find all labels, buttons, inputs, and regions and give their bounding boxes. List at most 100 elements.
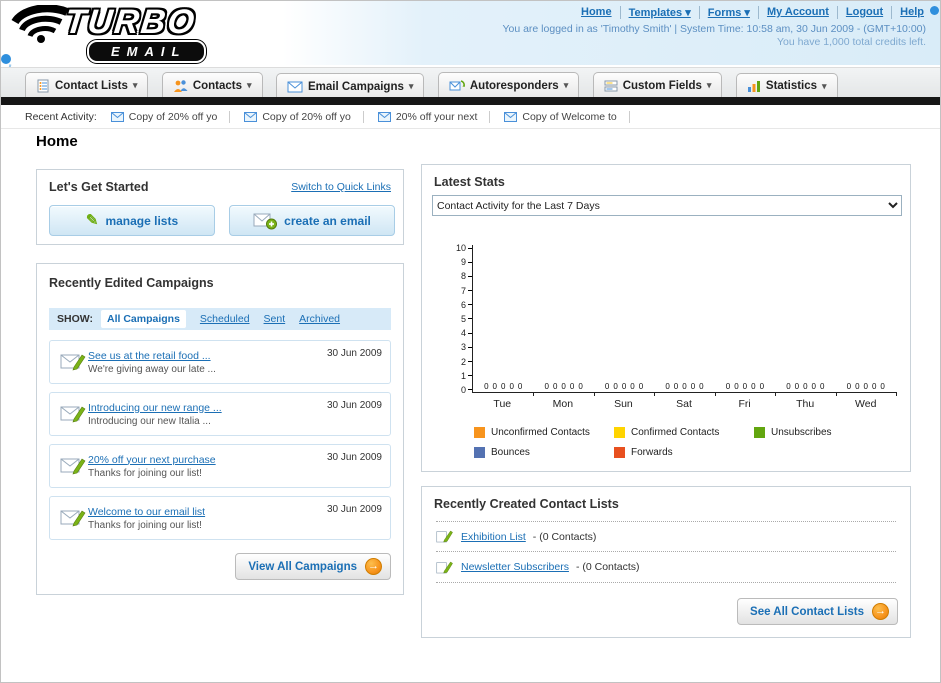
filter-sent[interactable]: Sent — [264, 313, 286, 325]
latest-stats-panel: Latest Stats Contact Activity for the La… — [421, 164, 911, 472]
envelope-icon — [110, 111, 124, 122]
bar-value: 0 — [846, 382, 852, 391]
recent-activity-item[interactable]: Copy of 20% off yo — [110, 110, 231, 123]
recent-activity-item[interactable]: 20% off your next — [377, 110, 491, 123]
envelope-pencil-icon — [60, 406, 86, 423]
tab-label: Statistics — [765, 80, 818, 92]
bar-value: 0 — [725, 382, 731, 391]
contact-lists-panel: Recently Created Contact Lists Exhibitio… — [421, 486, 911, 638]
envelope-icon — [504, 111, 518, 122]
filter-archived[interactable]: Archived — [299, 313, 340, 325]
contact-list-link[interactable]: Newsletter Subscribers — [461, 561, 569, 573]
contact-list-link[interactable]: Exhibition List — [461, 531, 526, 543]
create-email-button[interactable]: create an email — [229, 205, 395, 236]
campaign-subtitle: Thanks for joining our list! — [88, 467, 202, 479]
y-tick: 10 — [456, 244, 472, 253]
campaign-filter-row: SHOW: All Campaigns Scheduled Sent Archi… — [49, 308, 391, 330]
pencil-icon: ✎ — [85, 212, 99, 229]
see-all-contact-lists-button[interactable]: See All Contact Lists → — [737, 598, 898, 625]
y-tick: 1 — [461, 371, 472, 380]
top-link-help[interactable]: Help — [892, 6, 926, 19]
chart-legend: Unconfirmed Contacts Confirmed Contacts Un… — [474, 427, 894, 467]
header: TURBO EMAIL Home Templates ▾ Forms ▾ My … — [1, 1, 940, 106]
bar-value: 0 — [544, 382, 549, 391]
tab-autoresponders[interactable]: Autoresponders ▾ — [437, 72, 580, 98]
bar-value: 0 — [613, 382, 618, 391]
recent-activity-text: Copy of 20% off yo — [128, 110, 218, 123]
top-link-logout[interactable]: Logout — [838, 6, 893, 19]
decorative-dot — [930, 6, 939, 15]
campaigns-title: Recently Edited Campaigns — [49, 276, 214, 290]
x-axis-label: Sat — [676, 398, 692, 410]
bar-value: 0 — [734, 382, 739, 391]
y-tick: 8 — [461, 272, 472, 281]
top-link-home[interactable]: Home — [573, 6, 621, 19]
bar-value: 0 — [552, 382, 558, 391]
login-status-text: You are logged in as 'Timothy Smith' | S… — [502, 23, 926, 35]
tab-email-campaigns[interactable]: Email Campaigns ▾ — [276, 73, 425, 99]
chart-day-group: 00000 — [473, 245, 535, 396]
get-started-buttons: ✎ manage lists create an email — [49, 205, 395, 236]
bar-value: 0 — [855, 382, 860, 391]
bar-chart: 10 9 8 7 6 5 4 3 2 1 0 000000000000000000000000000… — [440, 244, 898, 410]
contact-list-items: Exhibition List - (0 Contacts) Newslette… — [436, 521, 896, 583]
legend-swatch — [474, 447, 485, 458]
campaign-title-link[interactable]: Welcome to our email list — [88, 506, 327, 518]
campaign-title-link[interactable]: See us at the retail food ... — [88, 350, 327, 362]
autoresponders-icon — [449, 79, 465, 90]
top-link-forms[interactable]: Forms ▾ — [700, 6, 759, 19]
campaign-row: Introducing our new range ... Introducin… — [49, 392, 391, 436]
contact-list-row: Newsletter Subscribers - (0 Contacts) — [436, 552, 896, 583]
recent-activity-text: Copy of Welcome to — [522, 110, 617, 123]
legend-item: Confirmed Contacts — [613, 427, 754, 438]
create-email-label: create an email — [284, 213, 371, 228]
bar-value: 0 — [665, 382, 670, 391]
main-nav-bar: Contact Lists ▾ Contacts ▾ Email Campaig… — [1, 67, 940, 99]
switch-quick-links-link[interactable]: Switch to Quick Links — [291, 181, 391, 193]
stats-period-select[interactable]: Contact Activity for the Last 7 Days — [432, 195, 902, 216]
recent-activity-item[interactable]: Copy of Welcome to — [504, 110, 630, 123]
bar-value: 0 — [630, 382, 635, 391]
filter-all-campaigns[interactable]: All Campaigns — [100, 310, 186, 328]
campaign-date: 30 Jun 2009 — [326, 400, 382, 411]
decorative-dot — [1, 54, 11, 64]
x-axis-label: Wed — [855, 398, 877, 410]
tab-statistics[interactable]: Statistics ▾ — [735, 72, 838, 99]
email-campaigns-icon — [287, 81, 303, 92]
latest-stats-title: Latest Stats — [434, 175, 505, 189]
bar-value: 0 — [811, 382, 816, 391]
tab-contacts[interactable]: Contacts ▾ — [161, 72, 263, 98]
top-link-templates[interactable]: Templates ▾ — [621, 6, 700, 19]
envelope-pencil-icon — [60, 354, 86, 371]
campaign-date: 30 Jun 2009 — [326, 348, 382, 359]
logo-swoosh-icon — [11, 5, 69, 43]
top-link-my-account[interactable]: My Account — [759, 6, 838, 19]
bar-value: 0 — [803, 382, 808, 391]
tab-label: Custom Fields — [622, 79, 702, 92]
legend-label: Bounces — [491, 447, 530, 458]
tab-label: Autoresponders — [469, 79, 559, 92]
bar-value: 0 — [751, 382, 756, 391]
tab-contact-lists[interactable]: Contact Lists ▾ — [25, 72, 149, 98]
chevron-down-icon: ▾ — [247, 80, 252, 90]
contact-lists-icon — [37, 79, 49, 92]
filter-scheduled[interactable]: Scheduled — [200, 313, 250, 325]
bar-value: 0 — [621, 382, 627, 391]
recent-activity-item[interactable]: Copy of 20% off yo — [244, 110, 364, 123]
chart-day-group: 00000 — [594, 245, 656, 396]
manage-lists-button[interactable]: ✎ manage lists — [49, 205, 215, 236]
campaign-title-link[interactable]: 20% off your next purchase — [88, 454, 327, 466]
chevron-down-icon: ▾ — [822, 80, 827, 91]
chart-day-group: 00000 — [533, 245, 596, 396]
bar-value: 0 — [578, 382, 583, 391]
view-all-campaigns-button[interactable]: View All Campaigns → — [235, 553, 391, 580]
contact-list-count: - (0 Contacts) — [575, 561, 640, 573]
campaign-title-link[interactable]: Introducing our new range ... — [88, 402, 327, 414]
bar-value: 0 — [638, 382, 644, 391]
contacts-icon — [173, 79, 188, 92]
logo-text-turbo: TURBO — [63, 3, 198, 41]
chart-plot-row: 10 9 8 7 6 5 4 3 2 1 0 000000000000000000000000000… — [440, 244, 898, 396]
campaign-list: See us at the retail food ... We're givi… — [49, 340, 391, 548]
tab-custom-fields[interactable]: Custom Fields ▾ — [592, 72, 723, 98]
divider-bar — [1, 97, 940, 105]
